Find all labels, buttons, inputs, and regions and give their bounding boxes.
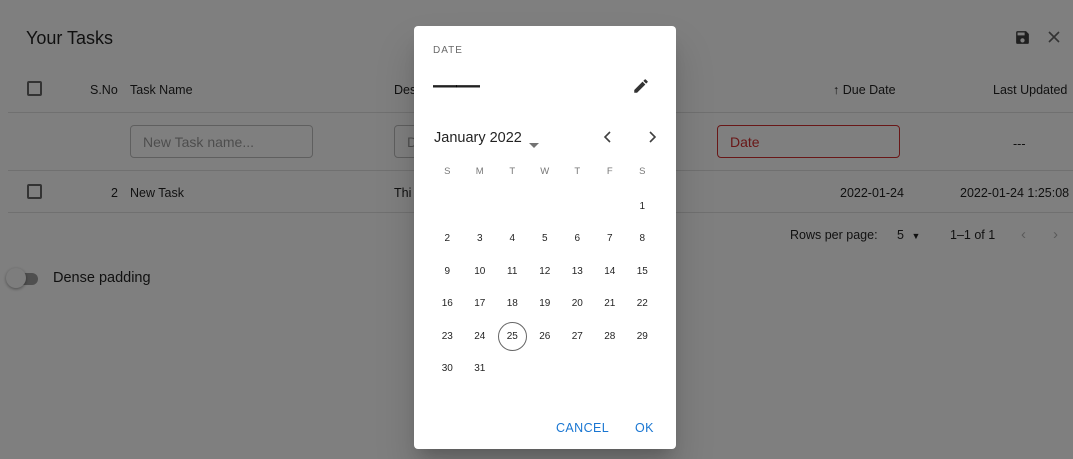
weekday-label: S <box>444 166 451 177</box>
calendar-day-label: 3 <box>476 233 483 245</box>
calendar-day-label: 6 <box>574 233 581 245</box>
month-year-switcher[interactable]: January 2022 <box>434 130 522 146</box>
calendar-empty-cell <box>594 353 627 386</box>
calendar-day[interactable]: 23 <box>431 320 464 353</box>
cancel-button[interactable]: CANCEL <box>556 421 609 435</box>
pencil-icon[interactable] <box>632 77 650 95</box>
calendar-day-label: 25 <box>497 321 527 351</box>
calendar-day[interactable]: 9 <box>431 255 464 288</box>
calendar-day[interactable]: 15 <box>626 255 659 288</box>
weekday-label: W <box>540 166 550 177</box>
calendar-day[interactable]: 18 <box>496 288 529 321</box>
calendar-grid: 1 2 3 4 5 6 7 8 9 10 11 12 13 14 15 16 17 18 19 20 21 22 23 24 2… <box>431 190 659 385</box>
calendar-day-label: 20 <box>571 298 583 310</box>
calendar-day[interactable]: 30 <box>431 353 464 386</box>
weekday-label: F <box>606 166 613 177</box>
calendar-empty-cell <box>496 190 529 223</box>
calendar-day[interactable]: 22 <box>626 288 659 321</box>
calendar-day-label: 26 <box>539 330 551 342</box>
calendar-day-label: 27 <box>571 330 583 342</box>
calendar-day[interactable]: 3 <box>464 223 497 256</box>
chevron-right-icon[interactable] <box>647 130 657 148</box>
weekday-label: T <box>574 166 581 177</box>
calendar-day[interactable]: 1 <box>626 190 659 223</box>
calendar-day-label: 28 <box>604 330 616 342</box>
calendar-day-label: 17 <box>474 298 486 310</box>
ok-button[interactable]: OK <box>635 421 654 435</box>
calendar-day[interactable]: 26 <box>529 320 562 353</box>
calendar-day[interactable]: 17 <box>464 288 497 321</box>
weekday-label: M <box>475 166 484 177</box>
calendar-day-label: 30 <box>441 363 453 375</box>
calendar-day-label: 19 <box>539 298 551 310</box>
calendar-day[interactable]: 31 <box>464 353 497 386</box>
calendar-week: 2 3 4 5 6 7 8 <box>431 223 659 256</box>
calendar-day-label: 12 <box>539 265 551 277</box>
calendar-day[interactable]: 12 <box>529 255 562 288</box>
calendar-day[interactable]: 28 <box>594 320 627 353</box>
date-picker-value: —— <box>433 72 480 99</box>
calendar-day[interactable]: 25 <box>496 320 529 353</box>
chevron-left-icon[interactable] <box>603 130 613 148</box>
calendar-day-label: 23 <box>441 330 453 342</box>
calendar-day-label: 16 <box>441 298 453 310</box>
calendar-empty-cell <box>496 353 529 386</box>
calendar-day-label: 5 <box>541 233 548 245</box>
calendar-day[interactable]: 29 <box>626 320 659 353</box>
calendar-day[interactable]: 27 <box>561 320 594 353</box>
weekday-label: T <box>509 166 516 177</box>
calendar-day-label: 11 <box>507 265 518 277</box>
calendar-day-label: 1 <box>639 200 646 212</box>
calendar-day-label: 22 <box>636 298 648 310</box>
calendar-day-label: 8 <box>639 233 646 245</box>
calendar-day-label: 24 <box>474 330 486 342</box>
calendar-week: 9 10 11 12 13 14 15 <box>431 255 659 288</box>
calendar-day[interactable]: 2 <box>431 223 464 256</box>
calendar-day[interactable]: 20 <box>561 288 594 321</box>
calendar-day-label: 21 <box>604 298 616 310</box>
calendar-week: 16 17 18 19 20 21 22 <box>431 288 659 321</box>
calendar-day[interactable]: 6 <box>561 223 594 256</box>
calendar-day[interactable]: 10 <box>464 255 497 288</box>
calendar-day[interactable]: 5 <box>529 223 562 256</box>
calendar-day[interactable]: 16 <box>431 288 464 321</box>
calendar-day-label: 10 <box>474 265 486 277</box>
calendar-week: 23 24 25 26 27 28 29 <box>431 320 659 353</box>
calendar-day[interactable]: 8 <box>626 223 659 256</box>
calendar-day-label: 18 <box>506 298 518 310</box>
calendar-day[interactable]: 13 <box>561 255 594 288</box>
calendar-week: 1 <box>431 190 659 223</box>
date-picker-dialog: DATE —— January 2022 S M T W T F S 12345… <box>414 26 676 449</box>
calendar-day-label: 31 <box>474 363 486 375</box>
calendar-empty-cell <box>529 190 562 223</box>
calendar-day[interactable]: 7 <box>594 223 627 256</box>
calendar-empty-cell <box>464 190 497 223</box>
calendar-day[interactable]: 21 <box>594 288 627 321</box>
calendar-day-label: 2 <box>444 233 451 245</box>
calendar-day-label: 14 <box>604 265 616 277</box>
calendar-empty-cell <box>561 353 594 386</box>
calendar-day[interactable]: 24 <box>464 320 497 353</box>
calendar-day[interactable]: 19 <box>529 288 562 321</box>
calendar-empty-cell <box>431 190 464 223</box>
caret-down-icon[interactable] <box>529 136 539 154</box>
calendar-week: 30 31 <box>431 353 659 386</box>
calendar-empty-cell <box>626 353 659 386</box>
calendar-empty-cell <box>594 190 627 223</box>
calendar-day-label: 9 <box>444 265 451 277</box>
weekday-label: S <box>639 166 646 177</box>
calendar-day-label: 29 <box>636 330 648 342</box>
calendar-day-label: 4 <box>509 233 516 245</box>
calendar-day[interactable]: 4 <box>496 223 529 256</box>
weekday-header: S M T W T F S <box>431 166 659 177</box>
calendar-day-label: 15 <box>636 265 648 277</box>
calendar-empty-cell <box>561 190 594 223</box>
date-picker-label: DATE <box>433 45 463 56</box>
calendar-day[interactable]: 11 <box>496 255 529 288</box>
calendar-empty-cell <box>529 353 562 386</box>
calendar-day-label: 13 <box>571 265 583 277</box>
calendar-day-label: 7 <box>606 233 613 245</box>
calendar-day[interactable]: 14 <box>594 255 627 288</box>
